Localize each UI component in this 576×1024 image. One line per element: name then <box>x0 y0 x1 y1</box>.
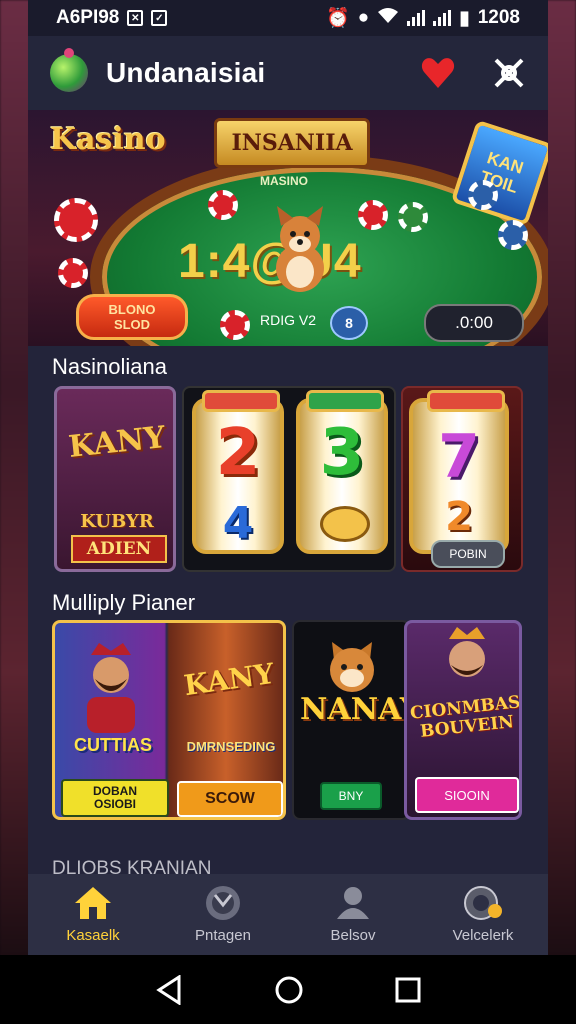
system-navigation-bar <box>0 955 576 1024</box>
game-card-title: CIONMBAS BOUVEIN <box>409 692 522 742</box>
chip-icon <box>468 180 498 210</box>
game-play-button[interactable]: POBIN <box>431 540 505 568</box>
signal-icon <box>407 10 426 26</box>
alarm-icon: ⏰ <box>326 8 350 29</box>
reel-symbol: 7 <box>438 422 480 492</box>
game-play-button[interactable]: SIOOIN <box>415 777 519 813</box>
cat-mascot-icon <box>324 640 380 696</box>
table-label: MASINO <box>260 174 308 188</box>
nav-item-label: Pntagen <box>195 927 251 944</box>
banner-mid-text: RDIG V2 <box>260 312 317 328</box>
banner-brand: Kasino <box>50 122 166 157</box>
nav-item-label: Velcelerk <box>452 927 514 944</box>
reel-symbol: 2 <box>445 494 473 540</box>
target-icon <box>206 886 240 920</box>
location-icon: ● <box>357 7 370 28</box>
nav-item-label: Kasaelk <box>66 927 120 944</box>
game-card-title: NANAY <box>300 692 410 727</box>
game-play-button[interactable]: SCOW <box>177 781 283 817</box>
game-card-bouvein[interactable]: CIONMBAS BOUVEIN SIOOIN <box>404 620 522 820</box>
app-logo-icon <box>50 48 88 92</box>
background-right <box>546 0 576 960</box>
heart-icon[interactable] <box>420 56 455 90</box>
game-card-subtitle: DMRNSEDING <box>186 739 276 754</box>
slot-reel: 7 2 <box>409 390 509 554</box>
game-card-subtitle: KUBYR <box>80 511 154 532</box>
banner-timer-button[interactable]: .0:00 <box>424 304 524 342</box>
wifi-icon <box>377 6 399 30</box>
user-icon <box>337 887 369 919</box>
app-header: Undanaisiai <box>28 36 548 110</box>
banner-play-line1: BLONO <box>108 302 156 317</box>
close-icon[interactable] <box>492 56 526 90</box>
nav-item-belsov[interactable]: Belsov <box>293 885 413 944</box>
reel-symbol: 2 <box>215 416 261 490</box>
recents-icon[interactable] <box>395 977 421 1003</box>
banner-play-button[interactable]: BLONO SLOD <box>76 294 188 340</box>
nav-item-label: Belsov <box>330 927 376 944</box>
section-title-nasinoliana: Nasinoliana <box>52 354 167 379</box>
game-card-title: KANY <box>66 420 168 465</box>
notification-icon: ✕ <box>127 10 144 26</box>
game-card-badge: ADIEN <box>71 535 167 563</box>
game-play-button[interactable]: DOBAN OSIOBI <box>61 779 169 817</box>
banner-sign: INSANIIA <box>214 118 370 168</box>
section-title-multiply-player: Mulliply Pianer <box>52 590 196 615</box>
app-title: Undanaisiai <box>106 57 266 88</box>
game-card-cuttias[interactable]: CUTTIAS KANY DMRNSEDING DOBAN OSIOBI SCO… <box>52 620 286 820</box>
home-button-icon[interactable] <box>274 975 304 1005</box>
signal2-icon <box>433 10 452 26</box>
slot-reel: 2 4 <box>192 390 284 554</box>
wallet-icon <box>464 886 502 920</box>
nav-item-kasaelk[interactable]: Kasaelk <box>33 885 153 944</box>
coin-icon: 8 <box>330 306 368 340</box>
bottom-navigation: Kasaelk Pntagen Belsov Velcelerk <box>28 874 548 955</box>
coin-icon <box>320 506 370 542</box>
app-screen: A6PI98 ✕ ✓ ⏰ ● ▮ 1208 Undanaisiai Kasino… <box>28 0 548 955</box>
game-card-slot-reels[interactable]: 2 4 3 <box>182 386 396 572</box>
game-card-nanay[interactable]: NANAY BNY <box>292 620 410 820</box>
game-row-2: CUTTIAS KANY DMRNSEDING DOBAN OSIOBI SCO… <box>28 620 548 832</box>
reel-symbol: 4 <box>222 498 254 549</box>
promo-banner[interactable]: Kasino INSANIIA KAN TOIL MASINO 1:4@U4 B… <box>28 110 548 346</box>
chip-icon <box>208 190 238 220</box>
battery-icon: ▮ <box>459 7 470 29</box>
dog-mascot-icon <box>271 202 329 294</box>
nav-item-pntagen[interactable]: Pntagen <box>163 885 283 944</box>
chip-icon <box>58 258 88 288</box>
nav-item-velcelerk[interactable]: Velcelerk <box>423 885 543 944</box>
game-card-title: CUTTIAS <box>74 735 152 755</box>
game-card-title: KANY <box>181 656 277 703</box>
game-card-kany[interactable]: KANY KUBYR ADIEN <box>54 386 176 572</box>
back-icon[interactable] <box>155 974 183 1005</box>
status-left-text: A6PI98 <box>56 7 120 28</box>
reel-symbol: 3 <box>319 416 365 490</box>
game-row-1: KANY KUBYR ADIEN 2 4 3 7 2 POBIN <box>28 386 548 580</box>
status-time: 1208 <box>477 7 520 28</box>
chip-icon <box>498 220 528 250</box>
chip-icon <box>398 202 428 232</box>
chip-icon <box>220 310 250 340</box>
slot-reel: 3 <box>296 390 388 554</box>
game-card-seven-slot[interactable]: 7 2 POBIN <box>401 386 523 572</box>
message-icon: ✓ <box>151 10 168 26</box>
banner-play-line2: SLOD <box>113 317 151 332</box>
home-icon <box>75 887 111 919</box>
background-left <box>0 0 30 960</box>
character-icon <box>81 643 141 733</box>
jackpot-counter: 1:4@U4 <box>178 235 362 288</box>
chip-icon <box>54 198 98 242</box>
game-play-button[interactable]: BNY <box>320 782 382 810</box>
chip-icon <box>358 200 388 230</box>
character-icon <box>437 627 497 697</box>
status-bar: A6PI98 ✕ ✓ ⏰ ● ▮ 1208 <box>28 0 548 36</box>
